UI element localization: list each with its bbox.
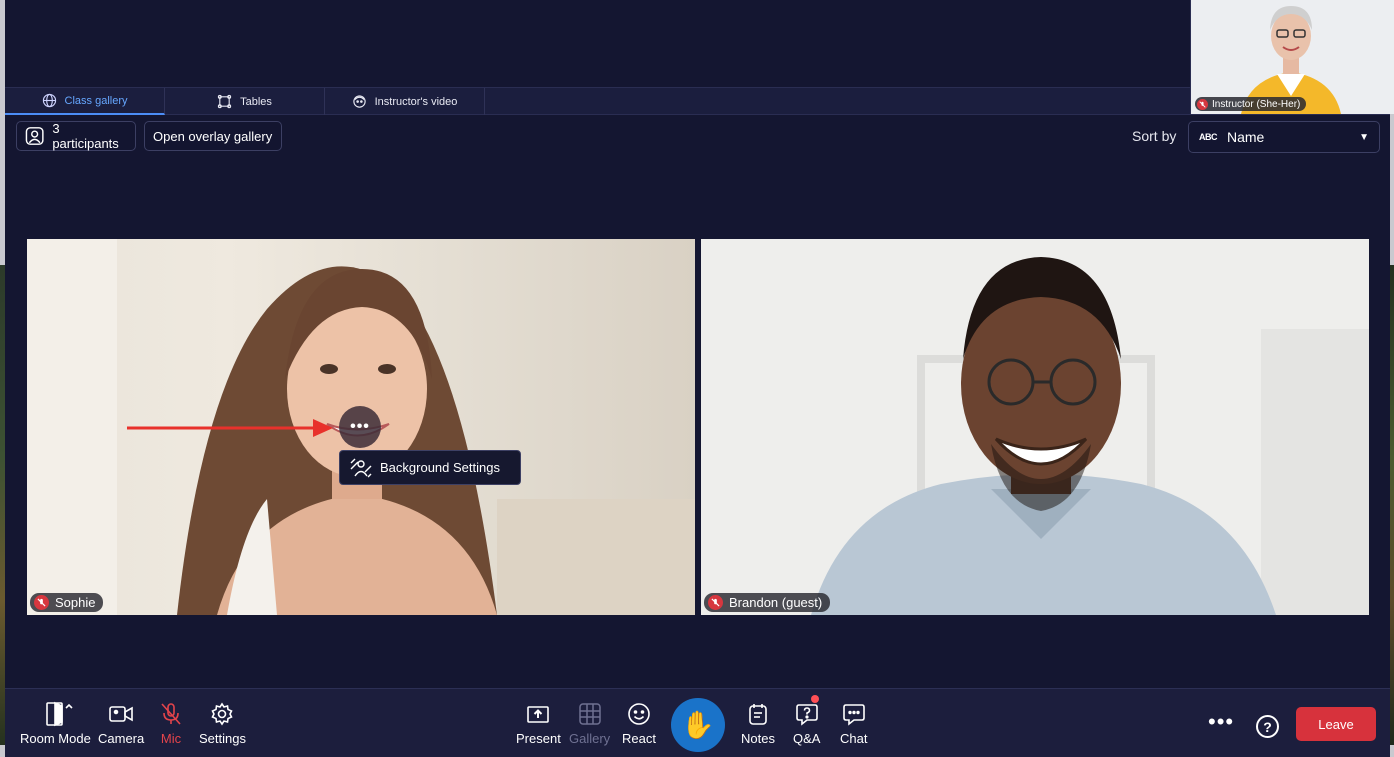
- instructor-icon: [352, 95, 366, 108]
- sort-value: Name: [1227, 129, 1265, 145]
- room-mode-label: Room Mode: [20, 731, 91, 746]
- door-icon: [46, 701, 73, 727]
- gallery-label: Gallery: [569, 731, 611, 746]
- present-button[interactable]: Present: [516, 701, 561, 746]
- instructor-self-view[interactable]: Instructor (She-Her): [1190, 0, 1394, 114]
- qa-button[interactable]: Q&A: [793, 695, 821, 746]
- tab-class-gallery[interactable]: Class gallery: [5, 88, 165, 115]
- tables-icon: [217, 94, 232, 109]
- room-mode-button[interactable]: Room Mode: [20, 701, 91, 746]
- name-tag: Sophie: [30, 593, 104, 612]
- notes-icon: [749, 704, 767, 725]
- tile-more-options-button[interactable]: •••: [339, 406, 381, 448]
- name-tag: Instructor (She-Her): [1195, 97, 1307, 111]
- mic-off-icon: [161, 703, 181, 725]
- raise-hand-button[interactable]: ✋: [671, 698, 725, 752]
- tab-label: Class gallery: [64, 94, 128, 107]
- sort-by-label: Sort by: [1132, 128, 1177, 144]
- tab-tables[interactable]: Tables: [165, 88, 325, 115]
- tab-instructors-video[interactable]: Instructor's video: [325, 88, 485, 115]
- ellipsis-icon: •••: [350, 418, 370, 435]
- background-settings-menu-item[interactable]: Background Settings: [339, 450, 521, 485]
- view-tabs: Class gallery Tables Instructor's video: [5, 87, 1390, 115]
- background-settings-icon: [350, 458, 372, 477]
- camera-icon: [109, 706, 133, 722]
- app-window: Class gallery Tables Instructor's video: [5, 0, 1394, 757]
- question-bubble-icon: [795, 704, 818, 726]
- background-settings-label: Background Settings: [380, 460, 500, 475]
- leave-label: Leave: [1318, 716, 1354, 732]
- present-icon: [527, 706, 550, 723]
- video-tile-brandon[interactable]: Brandon (guest): [701, 239, 1369, 615]
- help-button[interactable]: ?: [1256, 715, 1279, 738]
- participant-name: Sophie: [55, 595, 96, 610]
- globe-icon: [42, 93, 56, 108]
- brandon-video-image: [701, 239, 1369, 615]
- camera-label: Camera: [98, 731, 145, 746]
- leave-button[interactable]: Leave: [1296, 707, 1376, 741]
- notes-button[interactable]: Notes: [741, 701, 775, 746]
- participants-count: 3 participants: [52, 121, 119, 151]
- question-icon: ?: [1263, 718, 1272, 735]
- notification-dot: [810, 695, 819, 703]
- chat-icon: [842, 704, 865, 726]
- more-options-button[interactable]: •••: [1208, 709, 1234, 735]
- chevron-down-icon: ▼: [1359, 131, 1369, 143]
- raised-hand-icon: ✋: [681, 710, 715, 740]
- gallery-button[interactable]: Gallery: [569, 701, 610, 746]
- smiley-icon: [628, 703, 650, 725]
- tab-label: Instructor's video: [374, 95, 458, 108]
- name-tag: Brandon (guest): [704, 593, 831, 612]
- annotation-arrow: [127, 419, 333, 437]
- notes-label: Notes: [741, 731, 775, 746]
- sort-abc-icon: ABC: [1199, 132, 1218, 142]
- mic-off-icon: [708, 595, 723, 610]
- react-button[interactable]: React: [622, 701, 656, 746]
- camera-button[interactable]: Camera: [98, 701, 144, 746]
- participant-name: Brandon (guest): [729, 595, 823, 610]
- bottom-toolbar: Room Mode Camera Mic Settings Present Ga…: [5, 688, 1390, 757]
- chat-button[interactable]: Chat: [840, 701, 867, 746]
- settings-button[interactable]: Settings: [199, 701, 246, 746]
- settings-label: Settings: [199, 731, 246, 746]
- mic-label: Mic: [160, 731, 182, 746]
- sort-by-select[interactable]: ABC Name ▼: [1188, 121, 1380, 153]
- gear-icon: [211, 702, 234, 726]
- mic-button[interactable]: Mic: [160, 701, 182, 746]
- participant-icon: [25, 127, 44, 145]
- qa-label: Q&A: [793, 731, 821, 746]
- instructor-name-badge: Instructor (She-Her): [1195, 97, 1307, 111]
- instructor-name: Instructor (She-Her): [1212, 98, 1301, 110]
- tab-label: Tables: [240, 95, 272, 108]
- mic-off-icon: [34, 595, 49, 610]
- gallery-icon: [578, 703, 601, 725]
- present-label: Present: [516, 731, 561, 746]
- overlay-label: Open overlay gallery: [153, 128, 273, 144]
- chat-label: Chat: [840, 731, 868, 746]
- participants-button[interactable]: 3 participants: [16, 121, 136, 151]
- mic-off-icon: [1197, 98, 1208, 110]
- open-overlay-gallery-button[interactable]: Open overlay gallery: [144, 121, 282, 151]
- react-label: React: [622, 731, 656, 746]
